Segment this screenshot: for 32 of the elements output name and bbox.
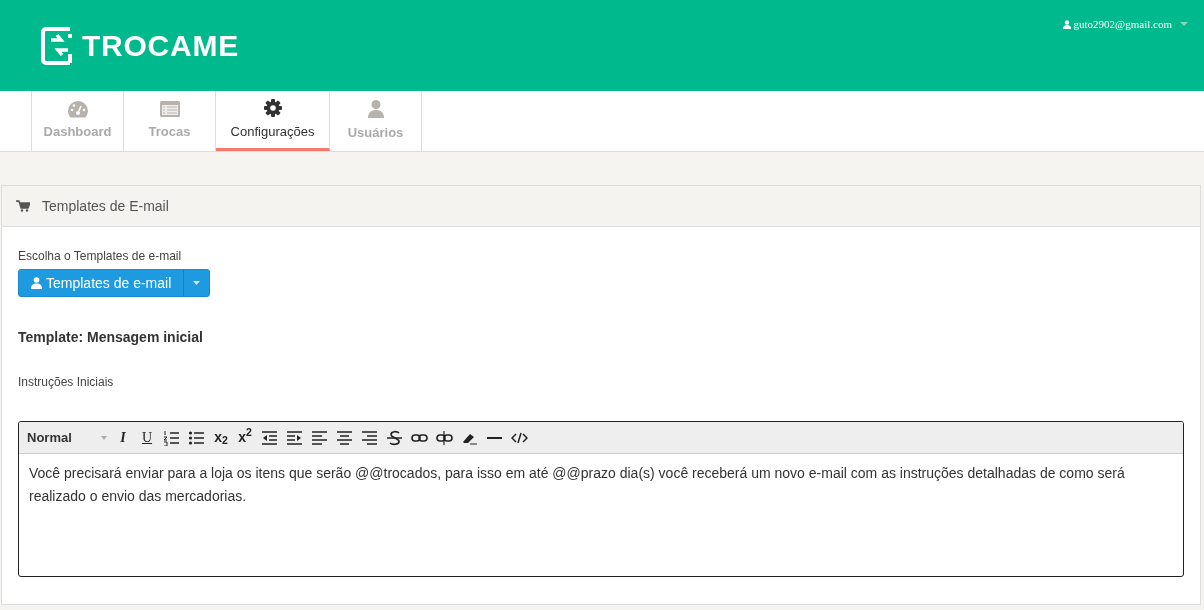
template-title: Template: Mensagem inicial: [18, 328, 204, 347]
bullet-list-icon[interactable]: [188, 429, 205, 446]
rich-text-editor[interactable]: [18, 421, 1184, 577]
caret-icon: [1180, 21, 1188, 27]
outdent-icon[interactable]: [261, 429, 278, 446]
panel-title: Templates de E-mail: [42, 196, 169, 216]
format-tool[interactable]: U: [137, 427, 157, 448]
user-icon: [1062, 19, 1071, 29]
indent-icon[interactable]: [286, 429, 303, 446]
user-icon: [366, 99, 385, 120]
align-center-icon[interactable]: [336, 429, 353, 446]
editor-text: Você precisará enviar para a loja os itens que serão @@trocados, para isso em até @@prazo dia(s) você receberá um novo e-mail com as instruções detalhadas de como será realizado o envio das mercadorias.: [28, 464, 1126, 506]
ordered-list-icon[interactable]: [163, 429, 180, 446]
strikethrough-icon[interactable]: [386, 429, 403, 446]
format-tool[interactable]: x$^{2}$: [235, 427, 255, 448]
format-tool[interactable]: I: [113, 427, 133, 448]
button-label: Templates de e-mail: [46, 273, 172, 293]
field-label: Instruções Iniciais: [18, 374, 115, 391]
list-icon: [158, 100, 181, 119]
gauge-icon: [66, 100, 89, 119]
align-right-icon[interactable]: [361, 429, 378, 446]
caret-icon: [101, 435, 107, 440]
format-tool[interactable]: x$_{2}$: [211, 427, 231, 448]
format-dropdown[interactable]: Normal: [27, 427, 107, 448]
field-label: Escolha o Templates de e-mail: [18, 248, 183, 265]
user-icon: [31, 277, 42, 289]
align-left-icon[interactable]: [311, 429, 328, 446]
cart-icon: [16, 200, 30, 212]
caret-icon: [193, 281, 201, 285]
nav-tab[interactable]: Configurações: [216, 91, 330, 151]
logo-text: TROCAME: [82, 28, 239, 64]
unlink-icon[interactable]: [436, 429, 453, 446]
